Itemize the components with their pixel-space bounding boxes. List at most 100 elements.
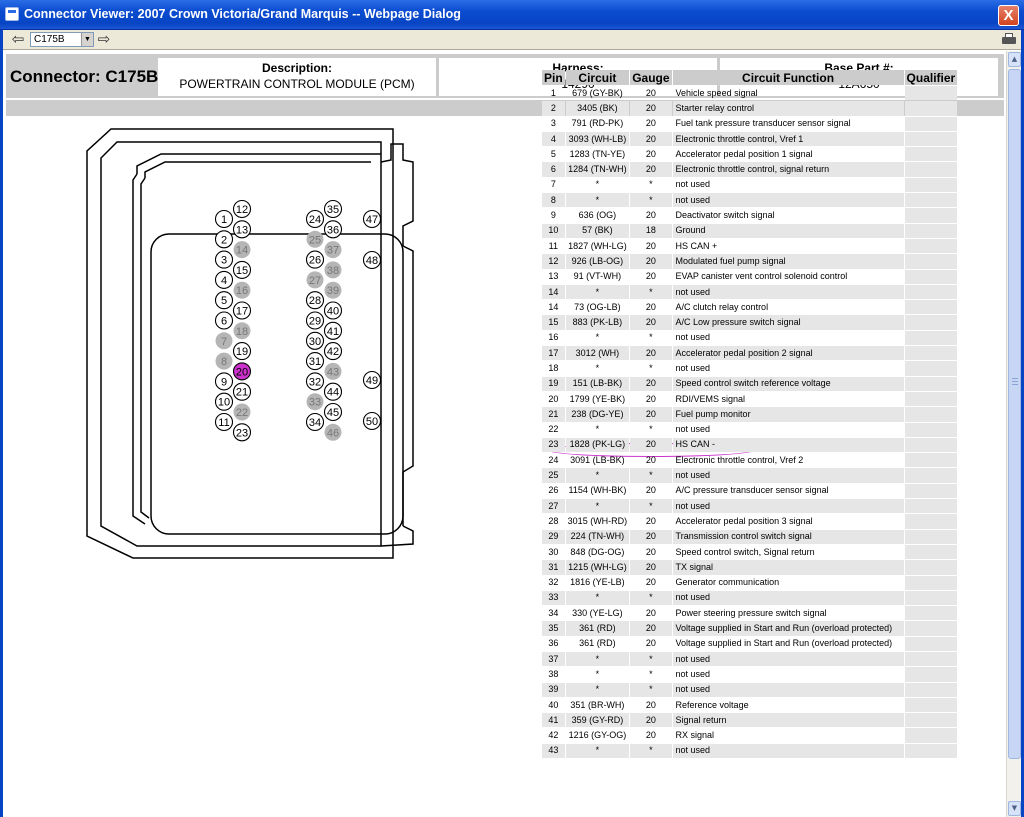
connector-pin[interactable]: 16 xyxy=(233,281,251,299)
vertical-scrollbar[interactable]: ▲ ▼ xyxy=(1006,51,1021,817)
cell-qualifier xyxy=(904,468,958,483)
connector-pin[interactable]: 2 xyxy=(214,230,234,249)
table-row: 14 * * not used xyxy=(542,284,958,300)
pin-label: 25 xyxy=(309,234,321,246)
connector-pin[interactable]: 11 xyxy=(214,412,234,432)
scrollbar-thumb[interactable] xyxy=(1008,69,1021,759)
connector-pin[interactable]: 17 xyxy=(232,301,252,320)
cell-pin: 16 xyxy=(548,332,559,343)
table-row: 29 224 (TN-WH) 20 Transmission control swit… xyxy=(542,529,958,544)
pin-label: 3 xyxy=(221,255,227,267)
connector-pin[interactable]: 42 xyxy=(323,342,343,361)
connector-pin[interactable]: 44 xyxy=(323,382,343,401)
connector-pin[interactable]: 32 xyxy=(305,372,325,391)
cell-qualifier xyxy=(904,315,958,330)
connector-pin[interactable]: 21 xyxy=(232,382,252,401)
cell-gauge: 20 xyxy=(630,162,672,177)
printer-icon[interactable] xyxy=(1000,32,1018,47)
connector-pin[interactable]: 31 xyxy=(305,352,325,371)
connector-pin[interactable]: 35 xyxy=(323,199,343,219)
cell-gauge: 20 xyxy=(630,529,672,544)
connector-pin[interactable]: 5 xyxy=(214,291,234,310)
connector-pin[interactable]: 26 xyxy=(305,250,325,269)
connector-pin[interactable]: 7 xyxy=(215,332,233,350)
pin-label: 14 xyxy=(236,245,248,257)
cell-circuit-function: A/C Low pressure switch signal xyxy=(672,315,904,330)
connector-pin[interactable]: 27 xyxy=(306,271,324,289)
connector-pin[interactable]: 50 xyxy=(362,411,382,431)
connector-select[interactable]: C175B ▼ xyxy=(30,32,94,47)
scroll-down-icon[interactable]: ▼ xyxy=(1008,801,1021,816)
connector-pin[interactable]: 22 xyxy=(233,403,251,421)
cell-circuit: * xyxy=(565,284,630,300)
cell-qualifier xyxy=(904,330,958,346)
cell-circuit: 926 (LB-OG) xyxy=(565,254,630,269)
table-row: 35 361 (RD) 20 Voltage supplied in Start an… xyxy=(542,621,958,636)
connector-pin[interactable]: 33 xyxy=(306,393,324,411)
connector-pin[interactable]: 48 xyxy=(362,250,382,270)
connector-pin[interactable]: 20 xyxy=(232,362,252,381)
connector-pin[interactable]: 29 xyxy=(305,311,325,330)
connector-pin[interactable]: 3 xyxy=(214,250,234,269)
connector-pin[interactable]: 36 xyxy=(323,220,343,239)
connector-pin[interactable]: 34 xyxy=(305,412,325,432)
connector-pin[interactable]: 18 xyxy=(233,322,251,340)
connector-pin[interactable]: 37 xyxy=(324,241,342,259)
connector-pin[interactable]: 25 xyxy=(306,230,324,248)
cell-pin: 24 xyxy=(548,454,559,465)
table-row: 4 3093 (WH-LB) 20 Electronic throttle contr… xyxy=(542,131,958,147)
close-button[interactable]: X xyxy=(998,5,1019,26)
back-arrow-icon[interactable]: ⇦ xyxy=(9,31,27,48)
connector-pin[interactable]: 43 xyxy=(324,362,342,380)
table-row: 1 679 (GY-BK) 20 Vehicle speed signal xyxy=(542,86,958,101)
pin-label: 8 xyxy=(221,356,227,368)
connector-pin[interactable]: 14 xyxy=(233,241,251,259)
connector-pin[interactable]: 39 xyxy=(324,281,342,299)
forward-arrow-icon[interactable]: ⇨ xyxy=(95,31,113,48)
connector-pin[interactable]: 15 xyxy=(232,260,252,279)
pin-label: 17 xyxy=(236,306,248,318)
cell-gauge: * xyxy=(630,284,672,300)
cell-circuit: 361 (RD) xyxy=(565,621,630,636)
cell-circuit-function: not used xyxy=(675,424,711,435)
connector-pin[interactable]: 24 xyxy=(305,209,325,229)
chevron-down-icon[interactable]: ▼ xyxy=(81,33,93,46)
connector-pin[interactable]: 38 xyxy=(324,261,342,279)
cell-qualifier xyxy=(904,346,958,361)
connector-pin[interactable]: 30 xyxy=(305,331,325,350)
connector-pin[interactable]: 12 xyxy=(232,199,252,219)
cell-circuit: * xyxy=(565,193,630,208)
cell-gauge: 20 xyxy=(645,485,656,496)
window-title-bar[interactable]: Connector Viewer: 2007 Crown Victoria/Gr… xyxy=(0,0,1024,30)
connector-pin[interactable]: 47 xyxy=(362,209,382,229)
connector-pin[interactable]: 10 xyxy=(214,392,234,411)
connector-pin[interactable]: 23 xyxy=(232,423,252,442)
connector-pin[interactable]: 40 xyxy=(323,301,343,320)
scroll-up-icon[interactable]: ▲ xyxy=(1008,52,1021,67)
cell-qualifier xyxy=(904,147,958,162)
connector-pin[interactable]: 13 xyxy=(232,220,252,239)
cell-qualifier xyxy=(904,193,958,208)
connector-pin[interactable]: 6 xyxy=(214,311,234,330)
pin-label: 38 xyxy=(327,265,339,277)
table-row: 39 * * not used xyxy=(542,682,958,697)
cell-circuit: 1284 (TN-WH) xyxy=(565,162,630,177)
connector-pin[interactable]: 28 xyxy=(305,291,325,310)
cell-pin: 9 xyxy=(550,210,556,221)
cell-qualifier xyxy=(904,575,958,590)
connector-pin[interactable]: 46 xyxy=(324,423,342,441)
connector-pin[interactable]: 9 xyxy=(214,372,234,391)
pin-label: 45 xyxy=(327,407,339,419)
cell-qualifier xyxy=(904,728,958,743)
table-row: 37 * * not used xyxy=(542,651,958,667)
connector-pin[interactable]: 49 xyxy=(362,370,382,390)
connector-pin[interactable]: 4 xyxy=(214,270,234,289)
connector-pin[interactable]: 45 xyxy=(323,402,343,422)
cell-circuit: * xyxy=(565,468,630,483)
connector-pin[interactable]: 8 xyxy=(215,352,233,370)
connector-pin[interactable]: 19 xyxy=(232,342,252,361)
connector-pin[interactable]: 41 xyxy=(323,321,343,340)
connector-title: Connector: C175B xyxy=(10,67,159,86)
table-row: 21 238 (DG-YE) 20 Fuel pump monitor xyxy=(542,407,958,422)
connector-pin[interactable]: 1 xyxy=(214,209,234,229)
